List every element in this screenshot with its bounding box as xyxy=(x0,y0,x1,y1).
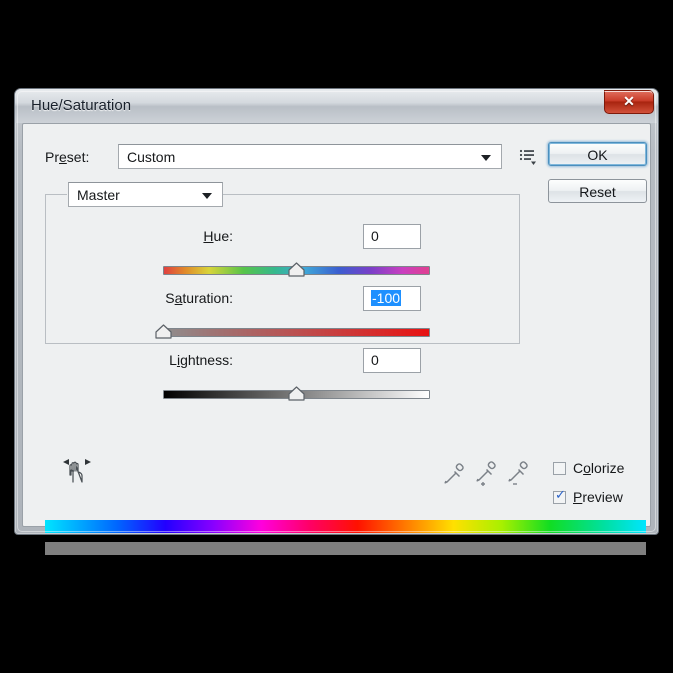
dialog-body: Preset: Custom OK Reset Master Hue: 0 Sa… xyxy=(22,123,652,555)
hue-slider-thumb[interactable] xyxy=(288,262,305,277)
preset-options-menu-icon[interactable] xyxy=(518,147,538,167)
screenshot-root: Hue/Saturation ✕ Preset: Custom OK Reset… xyxy=(0,0,673,673)
checkmark-icon: ✓ xyxy=(555,488,566,503)
saturation-value-input[interactable]: -100 xyxy=(363,286,421,311)
saturation-label: Saturation: xyxy=(165,290,233,306)
on-image-adjustment-hand-icon[interactable] xyxy=(61,456,95,486)
colorize-label: Colorize xyxy=(573,460,625,476)
dialog-title: Hue/Saturation xyxy=(31,97,132,114)
preset-dropdown[interactable]: Custom xyxy=(118,144,502,169)
dialog-titlebar[interactable]: Hue/Saturation ✕ xyxy=(15,89,658,123)
color-bars xyxy=(45,520,646,556)
eyedropper-plus-icon[interactable] xyxy=(474,460,498,486)
preview-label: Preview xyxy=(573,489,623,505)
preset-row: Preset: Custom xyxy=(45,144,635,170)
colorize-checkbox-box[interactable] xyxy=(553,462,566,475)
saturation-row: Saturation: -100 xyxy=(23,286,652,350)
preview-checkbox-box[interactable]: ✓ xyxy=(553,488,566,504)
preset-value: Custom xyxy=(127,149,176,165)
hue-label: Hue: xyxy=(203,228,233,244)
lightness-row: Lightness: 0 xyxy=(23,348,652,412)
close-icon: ✕ xyxy=(623,93,635,109)
saturation-slider-track[interactable] xyxy=(163,328,430,337)
preset-label: Preset: xyxy=(45,149,90,165)
source-hue-spectrum-bar[interactable] xyxy=(45,520,646,533)
result-hue-spectrum-bar[interactable] xyxy=(45,542,646,555)
hue-value: 0 xyxy=(371,228,379,244)
saturation-value: -100 xyxy=(371,290,402,306)
hue-row: Hue: 0 xyxy=(23,224,652,288)
close-button[interactable]: ✕ xyxy=(604,90,654,114)
ok-button[interactable]: OK xyxy=(548,142,647,166)
lightness-slider-thumb[interactable] xyxy=(288,386,305,401)
chevron-down-icon xyxy=(481,154,491,161)
chevron-down-icon xyxy=(202,192,212,199)
hue-value-input[interactable]: 0 xyxy=(363,224,421,249)
eyedropper-minus-icon[interactable] xyxy=(506,460,530,486)
reset-button[interactable]: Reset xyxy=(548,179,647,203)
lightness-label: Lightness: xyxy=(169,352,233,368)
channel-dropdown[interactable]: Master xyxy=(68,182,223,207)
saturation-slider-thumb[interactable] xyxy=(154,324,172,339)
channel-value: Master xyxy=(77,187,120,203)
lightness-value: 0 xyxy=(371,352,379,368)
hue-saturation-dialog: Hue/Saturation ✕ Preset: Custom OK Reset… xyxy=(14,88,659,555)
lightness-value-input[interactable]: 0 xyxy=(363,348,421,373)
eyedropper-icon[interactable] xyxy=(442,460,466,486)
